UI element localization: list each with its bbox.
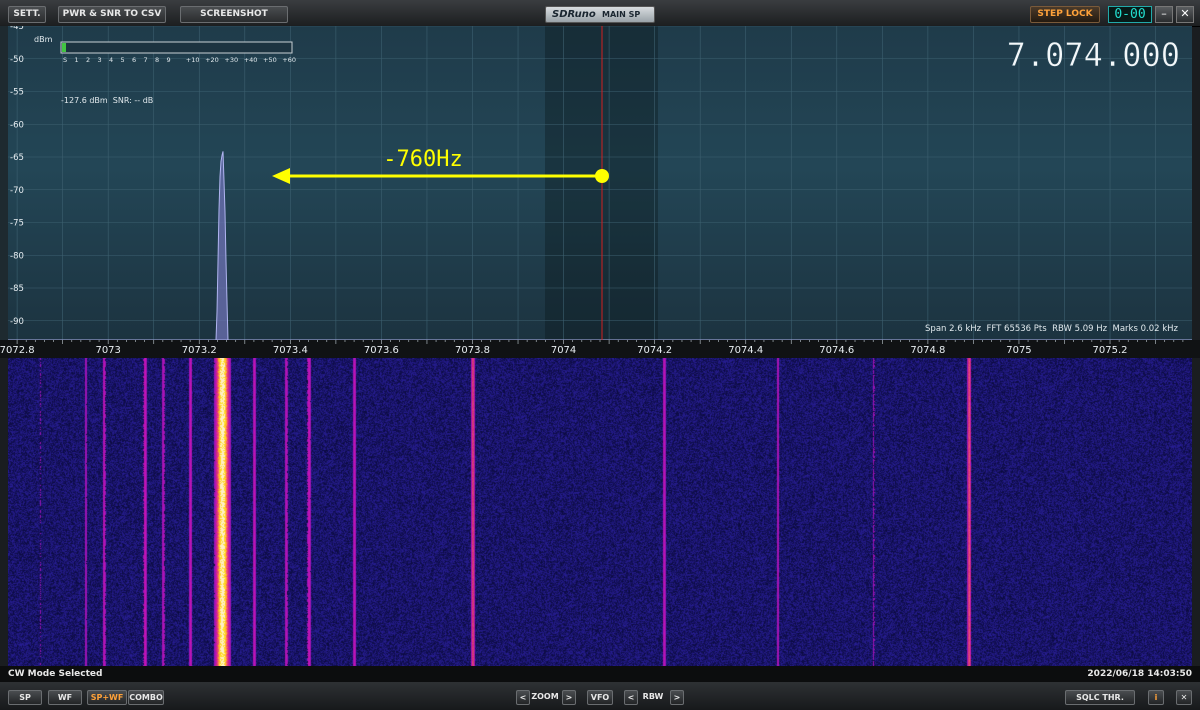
datetime-status: 2022/06/18 14:03:50 (1087, 669, 1192, 679)
zoom-next-button[interactable]: > (562, 690, 576, 705)
sqlc-threshold-button[interactable]: SQLC THR. (1065, 690, 1135, 705)
screenshot-button[interactable]: SCREENSHOT (180, 6, 288, 23)
s-meter: S 1 2 3 4 5 6 7 8 9 +10 +20 +30 +40 +50 +60 (60, 41, 296, 64)
x-tick-label: 7074.2 (637, 345, 672, 356)
settings-button[interactable]: SETT. (8, 6, 46, 23)
vfo-button[interactable]: VFO (587, 690, 613, 705)
s-meter-scale-label: +60 (282, 56, 296, 64)
s-meter-scale-label: +20 (205, 56, 219, 64)
spectrum-panel[interactable]: -45-50-55-60-65-70-75-80-85-90-95-100-10… (8, 26, 1192, 340)
waterfall-display[interactable] (8, 358, 1192, 666)
s-meter-scale-label: +50 (263, 56, 277, 64)
s-meter-scale-label: 2 (86, 56, 90, 64)
y-tick-label: -55 (10, 88, 24, 98)
panel-name: MAIN SP (602, 10, 641, 19)
window-title: SDRuno MAIN SP (545, 6, 655, 23)
spectrum-info: Span 2.6 kHz FFT 65536 Pts RBW 5.09 Hz M… (925, 324, 1179, 334)
mode-status: CW Mode Selected (8, 669, 103, 679)
spectrum-plot[interactable]: -45-50-55-60-65-70-75-80-85-90-95-100-10… (8, 26, 1192, 340)
x-tick-label: 7074 (551, 345, 576, 356)
bottom-toolbar: SP WF SP+WF COMBO < ZOOM > VFO < RBW > S… (0, 682, 1200, 710)
s-meter-scale-label: 8 (155, 56, 159, 64)
waterfall-canvas[interactable] (8, 358, 1192, 666)
s-meter-scale-label: 3 (98, 56, 102, 64)
x-tick-label: 7073.4 (273, 345, 308, 356)
s-meter-scale-label: +40 (244, 56, 258, 64)
sp-button[interactable]: SP (8, 690, 42, 705)
s-meter-scale-label: +30 (224, 56, 238, 64)
s-meter-scale-label: 6 (132, 56, 136, 64)
s-meter-bar (60, 41, 293, 54)
offset-annotation: -760Hz (383, 147, 462, 172)
step-lock-button[interactable]: STEP LOCK (1030, 6, 1100, 23)
s-meter-scale: S 1 2 3 4 5 6 7 8 9 +10 +20 +30 +40 +50 +60 (63, 56, 296, 64)
s-meter-scale-label: 9 (167, 56, 171, 64)
x-tick-label: 7073.6 (364, 345, 399, 356)
x-tick-label: 7075.2 (1093, 345, 1128, 356)
sp-wf-button[interactable]: SP+WF (87, 690, 127, 705)
dbm-unit-label: dBm (34, 35, 53, 44)
y-tick-label: -75 (10, 219, 24, 229)
x-tick-label: 7072.8 (0, 345, 35, 356)
y-tick-label: -85 (10, 284, 24, 294)
y-tick-label: -60 (10, 120, 24, 130)
s-meter-level (62, 43, 66, 52)
y-tick-label: -90 (10, 317, 24, 327)
frequency-display[interactable]: 7.074.000 (1006, 36, 1180, 75)
bottom-close-button[interactable]: ✕ (1176, 690, 1192, 705)
frequency-axis[interactable]: 7072.8 7073 7073.2 7073.4 7073.6 7073.8 7074 70… (0, 340, 1200, 358)
digital-readout: 0-00 (1108, 6, 1152, 23)
x-tick-label: 7074.4 (728, 345, 763, 356)
offset-arrow-dot (595, 169, 609, 183)
frequency-axis-plot: 7072.8 7073 7073.2 7073.4 7073.6 7073.8 7074 70… (0, 340, 1184, 356)
y-axis-labels: -45-50-55-60-65-70-75-80-85-90-95-100-10… (10, 26, 24, 327)
zoom-prev-button[interactable]: < (516, 690, 530, 705)
top-toolbar: SETT. PWR & SNR TO CSV SCREENSHOT SDRuno… (0, 0, 1200, 27)
offset-arrow-head (272, 168, 290, 184)
y-tick-label: -80 (10, 251, 24, 261)
minimize-button[interactable]: – (1155, 6, 1173, 23)
rbw-label: RBW (642, 692, 664, 701)
pwr-snr-csv-button[interactable]: PWR & SNR TO CSV (58, 6, 166, 23)
x-tick-label: 7073 (95, 345, 120, 356)
zoom-label: ZOOM (531, 692, 559, 701)
s-meter-scale-label: 7 (144, 56, 148, 64)
s-meter-scale-label: S (63, 56, 67, 64)
s-meter-scale-label: +10 (186, 56, 200, 64)
y-tick-label: -45 (10, 26, 24, 32)
y-axis-strip (0, 26, 8, 340)
level-readout: -127.6 dBm SNR: -- dB (61, 96, 153, 105)
y-tick-label: -70 (10, 186, 24, 196)
x-tick-label: 7075 (1006, 345, 1031, 356)
rbw-next-button[interactable]: > (670, 690, 684, 705)
s-meter-scale-label: 4 (109, 56, 113, 64)
s-meter-scale-label: 5 (121, 56, 125, 64)
brand-logo: SDRuno (552, 9, 596, 20)
combo-button[interactable]: COMBO (128, 690, 164, 705)
status-bar: CW Mode Selected 2022/06/18 14:03:50 (0, 666, 1200, 682)
y-tick-label: -65 (10, 153, 24, 163)
wf-button[interactable]: WF (48, 690, 82, 705)
x-tick-label: 7073.2 (182, 345, 217, 356)
close-button[interactable]: ✕ (1176, 6, 1194, 23)
x-tick-label: 7074.6 (819, 345, 854, 356)
x-tick-label: 7073.8 (455, 345, 490, 356)
y-tick-label: -50 (10, 55, 24, 65)
rbw-prev-button[interactable]: < (624, 690, 638, 705)
info-button[interactable]: i (1148, 690, 1164, 705)
x-tick-label: 7074.8 (910, 345, 945, 356)
s-meter-scale-label: 1 (75, 56, 79, 64)
